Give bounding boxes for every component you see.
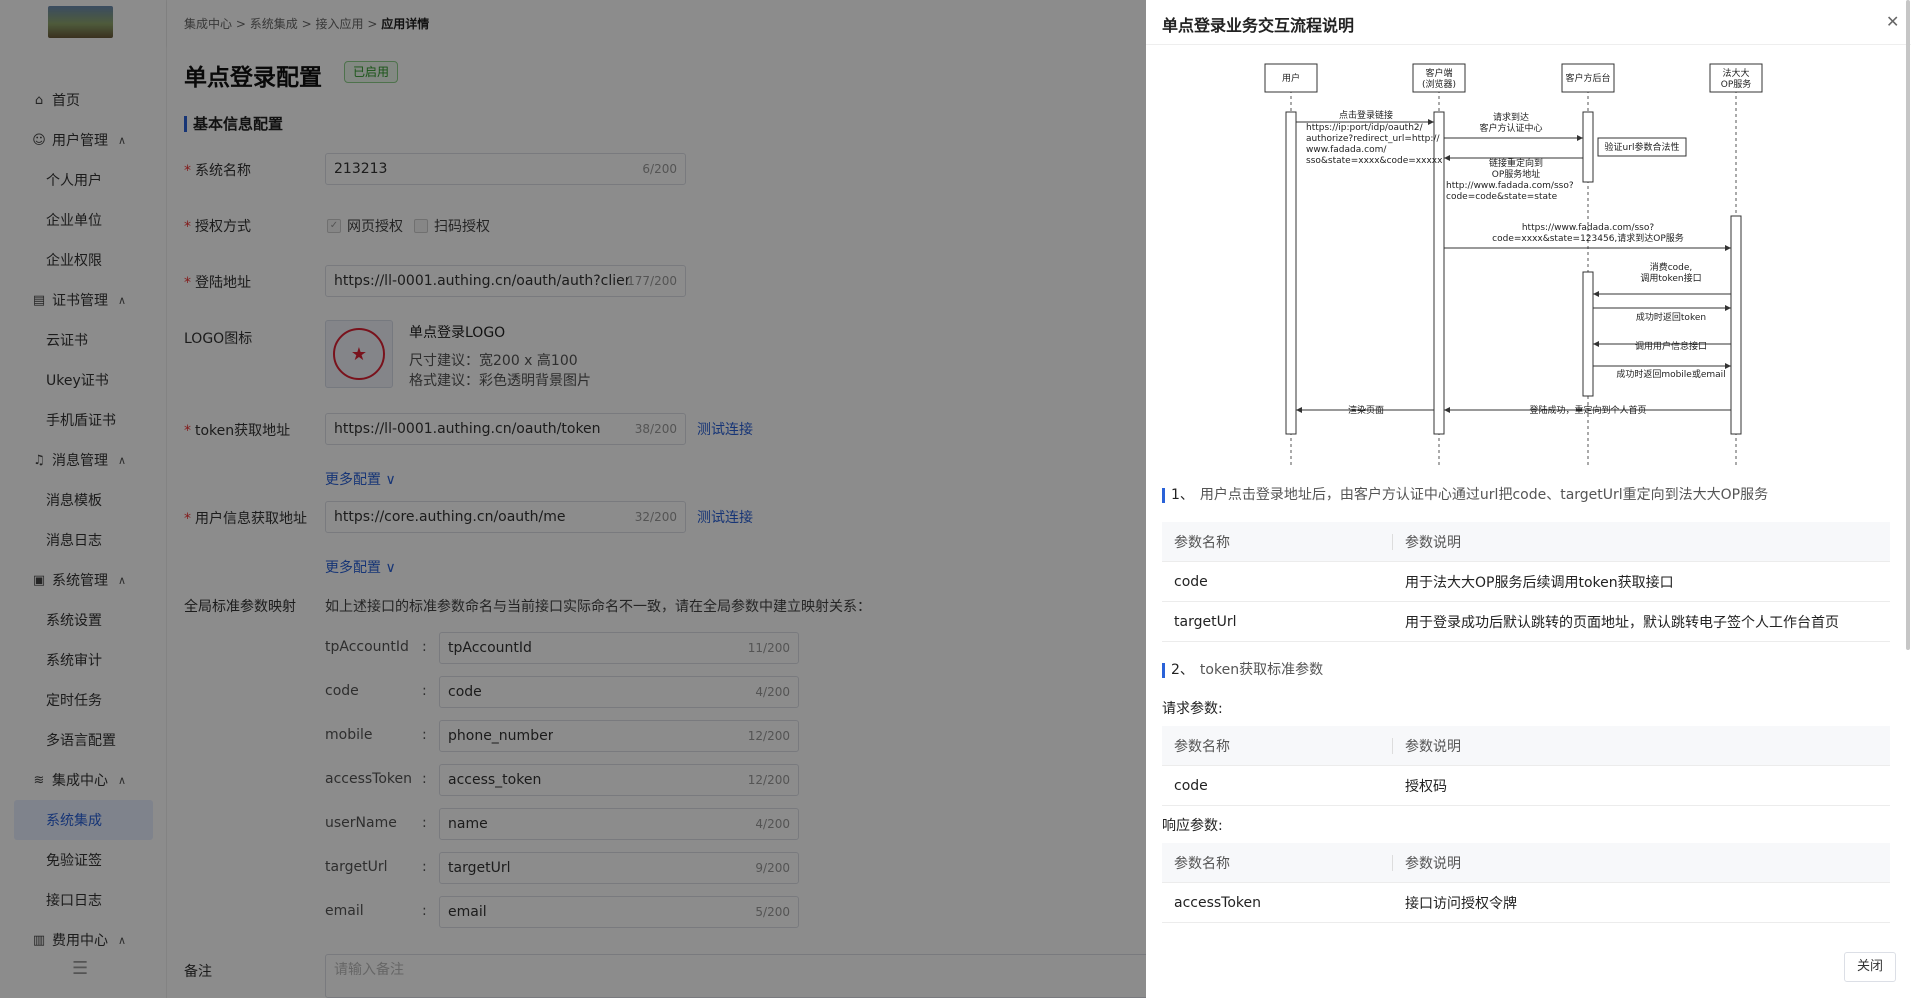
drawer: 单点登录业务交互流程说明 ✕ 用户 客户端(浏览器) 客户方后台 法大大 OP服务点击登… (1146, 0, 1911, 998)
arrow-head (1444, 155, 1450, 161)
table-header: 参数名称 参数说明 (1162, 843, 1890, 883)
message-label: http://www.fadada.com/sso? code=code&stat… (1446, 181, 1574, 202)
table-row: targetUrl 用于登录成功后默认跳转的页面地址，默认跳转电子签个人工作台首页 (1162, 602, 1890, 642)
table-cell: 用于登录成功后默认跳转的页面地址，默认跳转电子签个人工作台首页 (1405, 614, 1839, 631)
message-label: 渲染页面 (1348, 404, 1384, 416)
step2-title: 2、 token获取标准参数 (1162, 663, 1323, 678)
table-cell: 接口访问授权令牌 (1405, 895, 1517, 912)
header-cell: 参数说明 (1405, 738, 1461, 755)
response-label: 响应参数: (1162, 818, 1223, 834)
header-cell: 参数说明 (1405, 855, 1461, 872)
table-cell: targetUrl (1174, 613, 1237, 630)
table-header: 参数名称 参数说明 (1162, 522, 1890, 562)
table-cell: accessToken (1174, 894, 1262, 911)
message-label: 登陆成功，重定向到个人首页 (1529, 404, 1646, 416)
message-label: 点击登录链接 (1339, 109, 1393, 121)
table-cell: code (1174, 573, 1208, 590)
table-row: code 用于法大大OP服务后续调用token获取接口 (1162, 562, 1890, 602)
arrow-head (1428, 119, 1434, 125)
arrow-head (1577, 135, 1583, 141)
message-label: 调用用户信息接口 (1635, 340, 1707, 352)
header-cell: 参数名称 (1162, 853, 1393, 873)
param-table-1: 参数名称 参数说明 code 用于法大大OP服务后续调用token获取接口 target… (1162, 522, 1890, 642)
table-cell: 用于法大大OP服务后续调用token获取接口 (1405, 574, 1674, 591)
drawer-title: 单点登录业务交互流程说明 (1162, 16, 1355, 35)
arrow-head (1725, 363, 1731, 369)
actor-label: 法大大 OP服务 (1721, 67, 1752, 90)
actor-label: 客户方后台 (1565, 72, 1610, 84)
header-cell: 参数名称 (1162, 532, 1393, 552)
close-button[interactable]: 关闭 (1844, 952, 1896, 982)
message-label: 验证url参数合法性 (1605, 141, 1680, 153)
param-table-3: 参数名称 参数说明 accessToken 接口访问授权令牌 (1162, 843, 1890, 923)
drawer-scrollbar[interactable] (1906, 0, 1910, 650)
activation-bar (1730, 215, 1742, 435)
header-cell: 参数说明 (1405, 534, 1461, 551)
table-row: code 授权码 (1162, 766, 1890, 806)
message-label: 请求到达客户方认证中心 (1479, 111, 1542, 134)
arrow-head (1593, 341, 1599, 347)
message-label: 成功时返回token (1636, 311, 1706, 323)
message-label: https://ip:port/idp/oauth2/authorize?red… (1306, 123, 1443, 166)
table-row: accessToken 接口访问授权令牌 (1162, 883, 1890, 923)
message-label: https://www.fadada.com/sso? code=xxxx&sta… (1492, 223, 1684, 244)
message-label: 链接重定向到 OP服务地址 (1489, 157, 1543, 180)
table-cell: code (1174, 777, 1208, 794)
arrow-head (1296, 407, 1302, 413)
close-icon[interactable]: ✕ (1886, 12, 1899, 31)
sequence-diagram: 用户 客户端(浏览器) 客户方后台 法大大 OP服务点击登录链接 https://ip:p… (1264, 63, 1763, 468)
actor-label: 用户 (1282, 72, 1300, 84)
modal-mask[interactable] (0, 0, 1146, 998)
activation-bar (1285, 111, 1297, 435)
actor-label: 客户端(浏览器) (1422, 67, 1456, 90)
arrow-head (1593, 291, 1599, 297)
step1-title: 1、 用户点击登录地址后，由客户方认证中心通过url把code、targetUrl… (1162, 488, 1768, 503)
activation-bar (1582, 111, 1594, 183)
message-label: 成功时返回mobile或email (1616, 368, 1725, 380)
arrow-head (1725, 245, 1731, 251)
table-cell: 授权码 (1405, 778, 1447, 795)
arrow-head (1725, 305, 1731, 311)
arrow-head (1444, 407, 1450, 413)
header-cell: 参数名称 (1162, 736, 1393, 756)
request-label: 请求参数: (1162, 701, 1223, 717)
param-table-2: 参数名称 参数说明 code 授权码 (1162, 726, 1890, 806)
activation-bar (1582, 271, 1594, 397)
table-header: 参数名称 参数说明 (1162, 726, 1890, 766)
message-label: 消费code,调用token接口 (1640, 261, 1701, 284)
